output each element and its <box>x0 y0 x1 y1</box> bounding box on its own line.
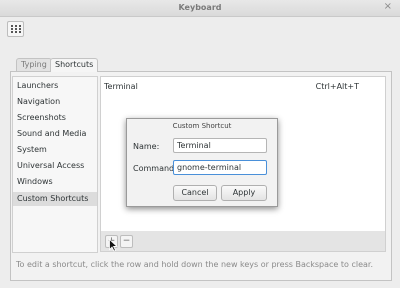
category-sidebar: Launchers Navigation Screenshots Sound a… <box>12 76 98 253</box>
command-field[interactable] <box>173 160 267 175</box>
all-settings-grid-icon[interactable] <box>7 21 24 37</box>
sidebar-item-sound-and-media[interactable]: Sound and Media <box>17 127 86 141</box>
apply-button[interactable]: Apply <box>221 185 267 201</box>
tab-typing[interactable]: Typing <box>16 58 52 71</box>
sidebar-item-screenshots[interactable]: Screenshots <box>17 111 66 125</box>
shortcut-accelerator: Ctrl+Alt+T <box>315 82 359 91</box>
sidebar-item-launchers[interactable]: Launchers <box>17 79 58 93</box>
shortcut-name: Terminal <box>104 82 138 91</box>
window-title: Keyboard <box>178 3 222 12</box>
remove-shortcut-button[interactable]: − <box>120 235 133 248</box>
cancel-button[interactable]: Cancel <box>173 185 217 201</box>
command-label: Command: <box>133 164 177 173</box>
custom-shortcut-dialog: Custom Shortcut Name: Command: Cancel Ap… <box>126 118 278 207</box>
dialog-title: Custom Shortcut <box>172 122 232 130</box>
keyboard-window: Keyboard × Typing Shortcuts Launchers Na… <box>0 0 400 288</box>
sidebar-item-custom-shortcuts[interactable]: Custom Shortcuts <box>13 192 97 206</box>
list-toolbar: + − <box>100 231 386 252</box>
sidebar-item-windows[interactable]: Windows <box>17 175 53 189</box>
sidebar-item-universal-access[interactable]: Universal Access <box>17 159 84 173</box>
tab-shortcuts[interactable]: Shortcuts <box>50 58 99 72</box>
help-hint: To edit a shortcut, click the row and ho… <box>16 260 374 269</box>
sidebar-item-navigation[interactable]: Navigation <box>17 95 60 109</box>
name-label: Name: <box>133 142 160 151</box>
name-field[interactable] <box>173 138 267 153</box>
sidebar-item-system[interactable]: System <box>17 143 47 157</box>
title-bar: Keyboard × <box>0 0 400 17</box>
mouse-pointer-icon <box>109 239 118 252</box>
close-icon[interactable]: × <box>384 1 392 12</box>
